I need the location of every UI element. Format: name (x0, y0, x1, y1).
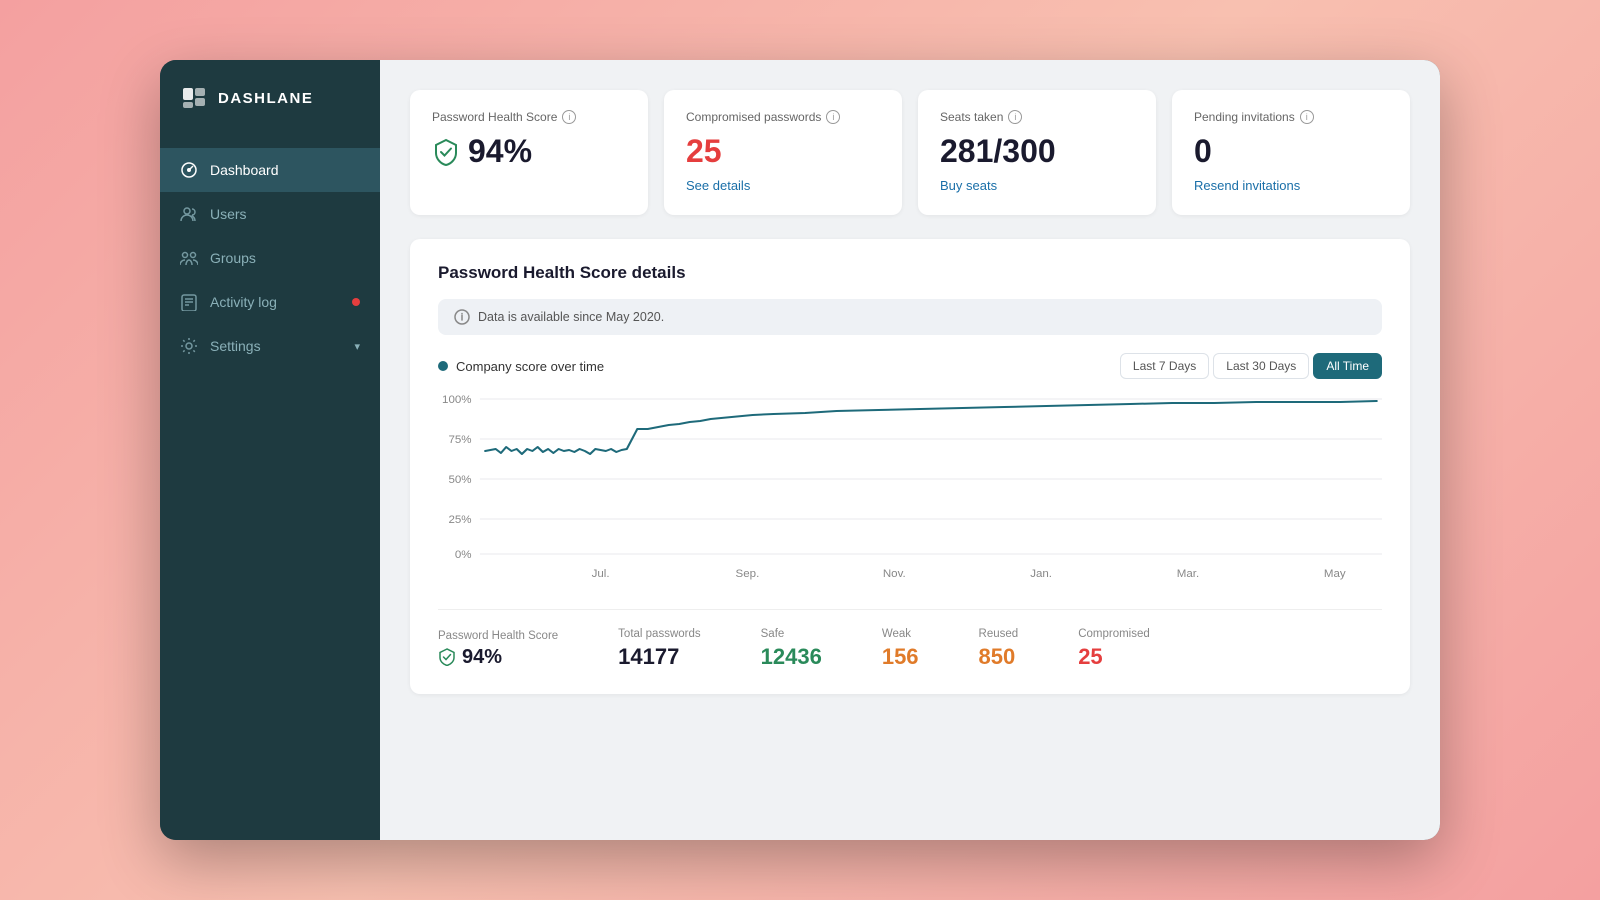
stat-card-invitations: Pending invitations i 0 Resend invitatio… (1172, 90, 1410, 215)
stat-card-seats: Seats taken i 281/300 Buy seats (918, 90, 1156, 215)
legend-dot (438, 361, 448, 371)
main-content: Password Health Score i 94% Compromised … (380, 60, 1440, 840)
groups-icon (180, 249, 198, 267)
chart-legend: Company score over time (438, 359, 604, 374)
svg-text:75%: 75% (448, 434, 471, 446)
stat-value-invitations: 0 (1194, 134, 1388, 169)
svg-text:100%: 100% (442, 394, 472, 406)
bottom-stat-weak: Weak 156 (882, 628, 919, 670)
resend-invitations-link[interactable]: Resend invitations (1194, 178, 1300, 193)
sidebar-nav: Dashboard Users Group (160, 148, 380, 840)
sidebar: DASHLANE Dashboard Users (160, 60, 380, 840)
stat-card-health: Password Health Score i 94% (410, 90, 648, 215)
sidebar-item-label: Groups (210, 250, 256, 266)
all-time-button[interactable]: All Time (1313, 353, 1382, 379)
buy-seats-link[interactable]: Buy seats (940, 178, 997, 193)
chart-section: Password Health Score details Data is av… (410, 239, 1410, 694)
bottom-stat-total-value: 14177 (618, 644, 700, 670)
bottom-stat-compromised: Compromised 25 (1078, 628, 1150, 670)
stat-card-title-compromised: Compromised passwords i (686, 110, 880, 124)
svg-text:Sep.: Sep. (736, 568, 760, 580)
settings-icon (180, 337, 198, 355)
info-icon-compromised: i (826, 110, 840, 124)
bottom-stat-compromised-value: 25 (1078, 644, 1150, 670)
sidebar-item-label: Dashboard (210, 162, 279, 178)
logo: DASHLANE (160, 60, 380, 136)
last-30-days-button[interactable]: Last 30 Days (1213, 353, 1309, 379)
bottom-stat-safe-label: Safe (761, 628, 822, 640)
stat-card-title-seats: Seats taken i (940, 110, 1134, 124)
bottom-stat-total: Total passwords 14177 (618, 628, 700, 670)
stat-card-title-health: Password Health Score i (432, 110, 626, 124)
svg-text:Nov.: Nov. (883, 568, 906, 580)
time-buttons: Last 7 Days Last 30 Days All Time (1120, 353, 1382, 379)
sidebar-item-groups[interactable]: Groups (160, 236, 380, 280)
chart-svg: 100% 75% 50% 25% 0% Jul. Sep. Nov. Jan. … (438, 389, 1382, 589)
bottom-stats: Password Health Score 94% Total password… (438, 609, 1382, 670)
info-icon-invitations: i (1300, 110, 1314, 124)
svg-text:0%: 0% (455, 549, 472, 561)
stats-row: Password Health Score i 94% Compromised … (410, 90, 1410, 215)
stat-value-health: 94% (432, 134, 626, 169)
sidebar-item-dashboard[interactable]: Dashboard (160, 148, 380, 192)
svg-text:Jan.: Jan. (1030, 568, 1052, 580)
stat-card-title-invitations: Pending invitations i (1194, 110, 1388, 124)
svg-text:50%: 50% (448, 474, 471, 486)
dashboard-icon (180, 161, 198, 179)
info-icon-seats: i (1008, 110, 1022, 124)
svg-text:Mar.: Mar. (1177, 568, 1199, 580)
bottom-stat-reused: Reused 850 (979, 628, 1019, 670)
stat-card-compromised: Compromised passwords i 25 See details (664, 90, 902, 215)
chart-notice: Data is available since May 2020. (438, 299, 1382, 335)
logo-text: DASHLANE (218, 90, 313, 107)
chart-notice-text: Data is available since May 2020. (478, 310, 664, 324)
info-icon-health: i (562, 110, 576, 124)
stat-value-compromised: 25 (686, 134, 880, 169)
chevron-down-icon: ▾ (354, 340, 360, 353)
bottom-stat-safe-value: 12436 (761, 644, 822, 670)
bottom-stat-reused-label: Reused (979, 628, 1019, 640)
chart-container: 100% 75% 50% 25% 0% Jul. Sep. Nov. Jan. … (438, 389, 1382, 589)
last-7-days-button[interactable]: Last 7 Days (1120, 353, 1209, 379)
chart-header: Company score over time Last 7 Days Last… (438, 353, 1382, 379)
activity-icon (180, 293, 198, 311)
sidebar-item-activity-log[interactable]: Activity log (160, 280, 380, 324)
logo-icon (180, 84, 208, 112)
mini-shield-icon (438, 648, 456, 666)
svg-text:25%: 25% (448, 514, 471, 526)
sidebar-item-users[interactable]: Users (160, 192, 380, 236)
legend-label: Company score over time (456, 359, 604, 374)
info-circle-icon (454, 309, 470, 325)
see-details-link[interactable]: See details (686, 178, 750, 193)
bottom-stat-weak-value: 156 (882, 644, 919, 670)
chart-title: Password Health Score details (438, 263, 1382, 283)
bottom-stat-health-label: Password Health Score (438, 630, 558, 642)
sidebar-item-label: Settings (210, 338, 261, 354)
stat-value-seats: 281/300 (940, 134, 1134, 169)
browser-window: DASHLANE Dashboard Users (160, 60, 1440, 840)
bottom-stat-health-value: 94% (438, 646, 558, 669)
activity-badge (352, 298, 360, 306)
bottom-stat-weak-label: Weak (882, 628, 919, 640)
sidebar-item-label: Activity log (210, 294, 277, 310)
svg-text:May: May (1324, 568, 1346, 580)
bottom-stat-total-label: Total passwords (618, 628, 700, 640)
bottom-stat-reused-value: 850 (979, 644, 1019, 670)
users-icon (180, 205, 198, 223)
bottom-stat-compromised-label: Compromised (1078, 628, 1150, 640)
bottom-stat-health: Password Health Score 94% (438, 630, 558, 669)
bottom-stat-safe: Safe 12436 (761, 628, 822, 670)
svg-text:Jul.: Jul. (592, 568, 610, 580)
sidebar-item-label: Users (210, 206, 247, 222)
sidebar-item-settings[interactable]: Settings ▾ (160, 324, 380, 368)
shield-check-icon (432, 138, 460, 166)
